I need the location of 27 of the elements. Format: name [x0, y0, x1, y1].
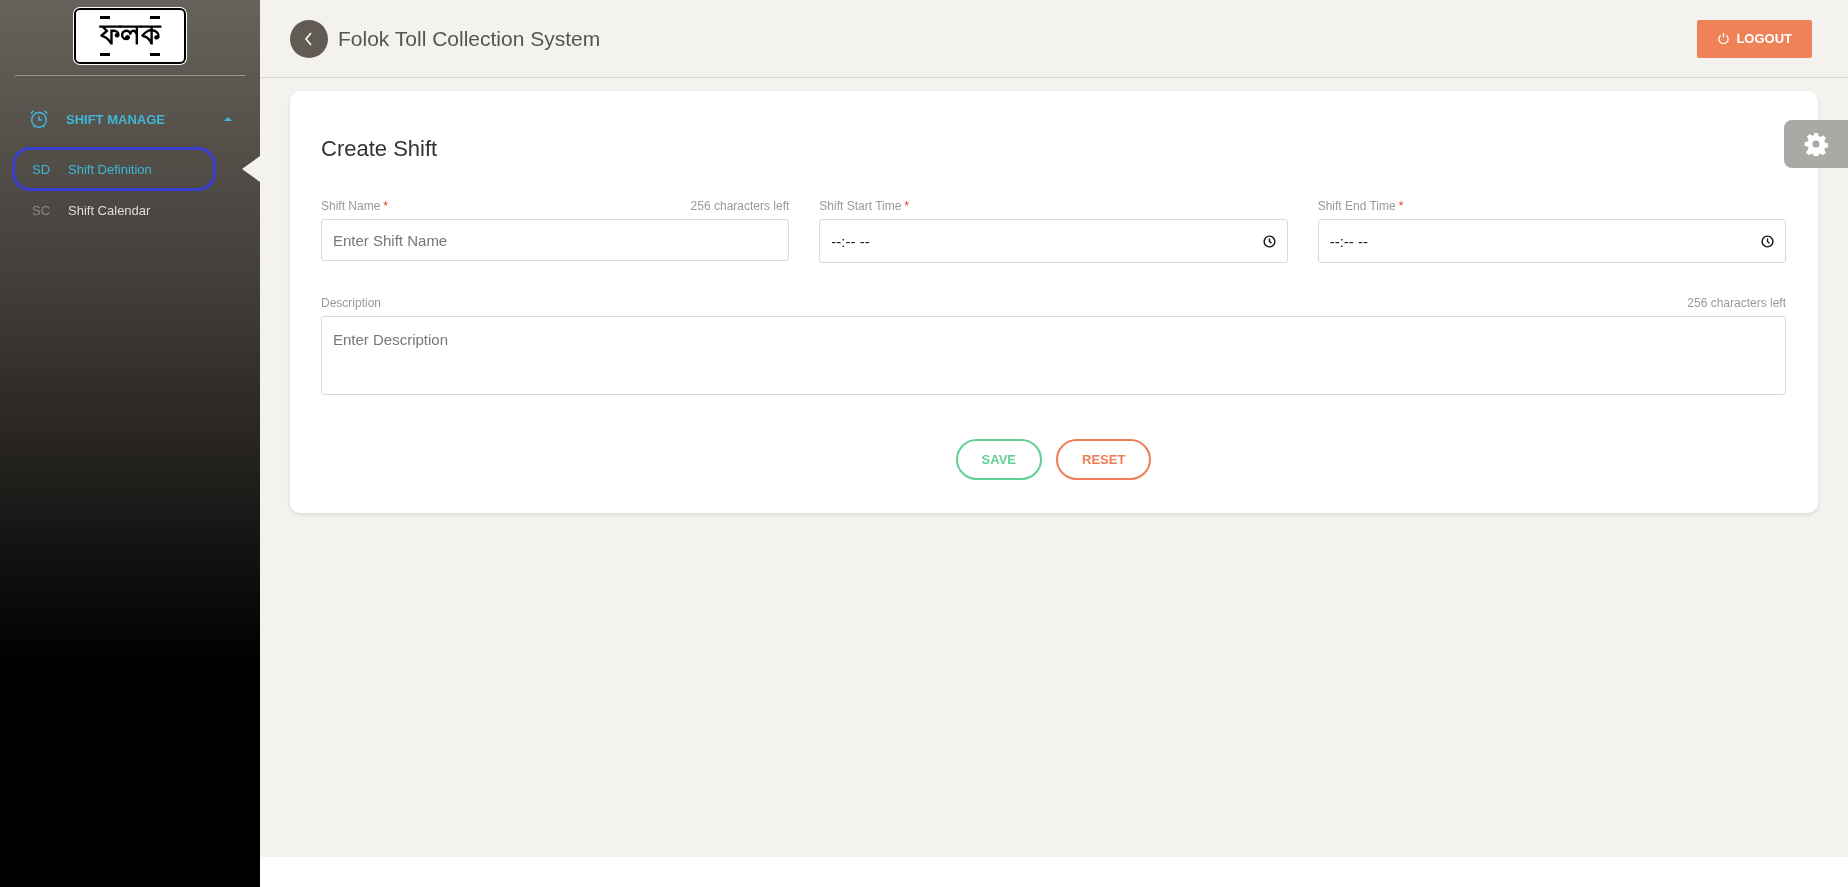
- app-title: Folok Toll Collection System: [338, 26, 602, 51]
- logo-plate: ফলক: [74, 8, 186, 64]
- save-button[interactable]: SAVE: [955, 439, 1043, 480]
- menu-item[interactable]: SC Shift Calendar: [12, 191, 216, 229]
- form-title: Create Shift: [321, 136, 439, 162]
- field-label: Shift End Time *: [1317, 199, 1404, 213]
- settings-button[interactable]: [1784, 120, 1848, 168]
- character-counter: 256 characters left: [1687, 296, 1786, 310]
- menu-group-label[interactable]: SHIFT MANAGE: [66, 111, 224, 127]
- reset-button[interactable]: RESET: [1056, 439, 1152, 480]
- character-counter: 256 characters left: [690, 199, 790, 213]
- caret-icon[interactable]: [224, 117, 232, 121]
- description-field[interactable]: Enter Description: [321, 316, 1786, 395]
- text-field[interactable]: Enter Shift Name: [321, 219, 790, 261]
- chevron-left-icon: [303, 30, 315, 47]
- clock-icon: [1761, 234, 1774, 248]
- power-icon: [1717, 32, 1731, 45]
- field-label: Description: [321, 296, 382, 310]
- settings-icon: [1804, 132, 1828, 156]
- time-field[interactable]: --:-- --: [819, 219, 1288, 263]
- clock-icon: [1262, 234, 1276, 248]
- time-field[interactable]: --:-- --: [1317, 219, 1786, 263]
- back-button[interactable]: [290, 19, 328, 58]
- field-label: Shift Name *: [321, 199, 389, 213]
- alarm-clock-icon: [28, 108, 50, 130]
- logout-button[interactable]: LOGOUT: [1697, 19, 1812, 58]
- field-label: Shift Start Time *: [819, 199, 910, 213]
